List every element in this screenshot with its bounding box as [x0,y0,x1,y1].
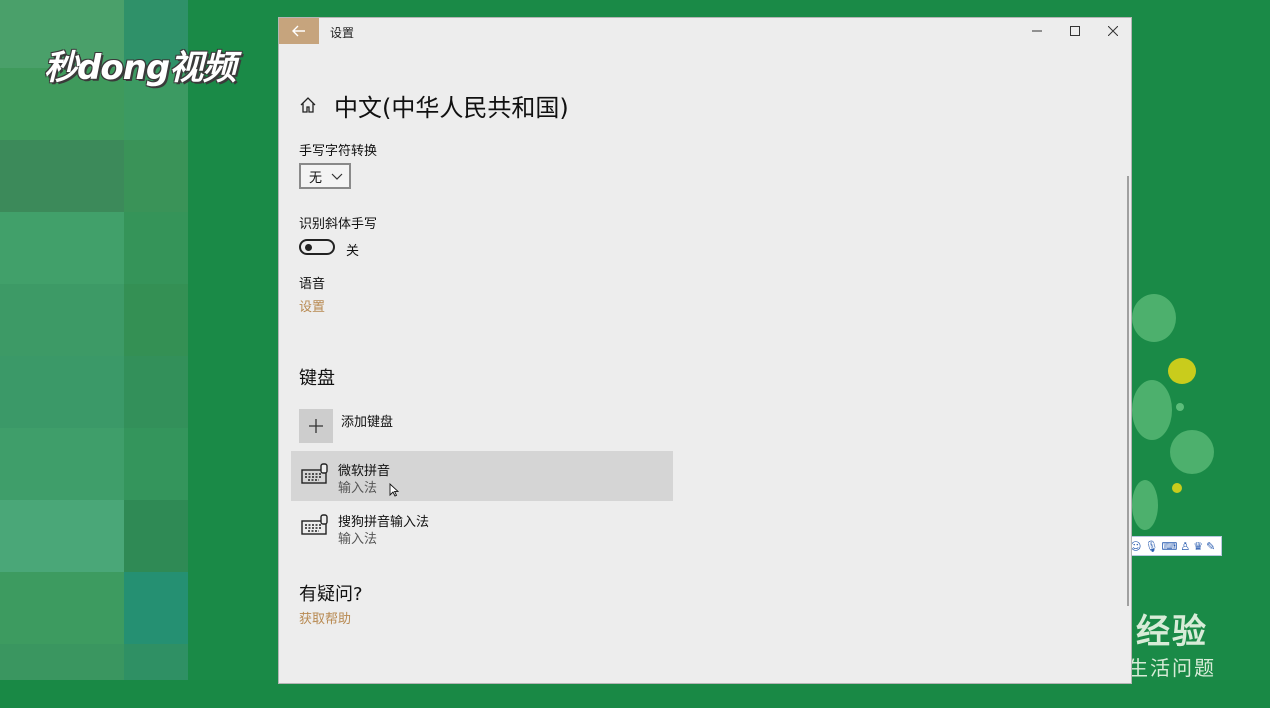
keyboard-item-sogou-pinyin[interactable]: 搜狗拼音输入法 输入法 [291,502,673,552]
home-icon[interactable] [299,96,317,118]
maximize-icon [1070,26,1080,36]
user-icon[interactable]: ♙ [1180,540,1190,553]
keyboard-type: 输入法 [338,532,378,547]
speech-settings-link[interactable]: 设置 [299,296,325,315]
back-button[interactable] [279,18,319,44]
title-bar: 设置 [279,18,1131,44]
arrow-left-icon [292,25,305,37]
keyboard-type: 输入法 [338,481,378,496]
add-keyboard-button[interactable] [299,409,333,443]
keyboard-section-title: 键盘 [299,368,335,389]
add-keyboard-label[interactable]: 添加键盘 [341,411,393,430]
brand-watermark: 经验 [1136,612,1208,652]
close-icon [1108,26,1118,36]
close-button[interactable] [1094,18,1132,44]
toggle-knob [305,244,312,251]
minimize-button[interactable] [1018,18,1056,44]
maximize-button[interactable] [1056,18,1094,44]
get-help-link[interactable]: 获取帮助 [299,608,351,627]
wrench-icon[interactable]: ✎ [1206,540,1215,553]
chevron-down-icon [331,173,343,180]
dropdown-value: 无 [309,170,323,186]
mouse-cursor-icon [389,483,399,497]
brand-tagline: 生活问题 [1128,656,1216,680]
handwriting-conversion-label: 手写字符转换 [299,144,378,159]
keyboard-icon[interactable]: ⌨ [1161,540,1177,553]
keyboard-icon [301,463,328,484]
bottom-strip [0,680,1270,708]
keyboard-icon [301,514,328,535]
video-logo: 秒dong视频 [44,48,236,88]
page-title: 中文(中华人民共和国) [334,94,569,122]
plus-icon [309,419,323,433]
italic-handwriting-toggle[interactable] [299,239,335,255]
keyboard-item-microsoft-pinyin[interactable]: 微软拼音 输入法 [291,451,673,501]
mic-icon[interactable]: 🎙 [1144,540,1158,553]
scrollbar[interactable] [1127,176,1129,606]
toggle-state-label: 关 [346,244,360,259]
italic-handwriting-label: 识别斜体手写 [299,217,378,232]
handwriting-conversion-dropdown[interactable]: 无 [299,163,351,189]
speech-label: 语音 [299,277,326,292]
skin-icon[interactable]: ♛ [1193,540,1203,553]
help-section-title: 有疑问? [299,584,363,605]
minimize-icon [1032,30,1042,32]
window-title: 设置 [330,26,355,40]
mosaic-background [0,0,188,680]
settings-window: 设置 中文(中华人民共和国) 手写字符转换 无 识别斜体手写 关 语音 设置 键… [278,17,1132,684]
